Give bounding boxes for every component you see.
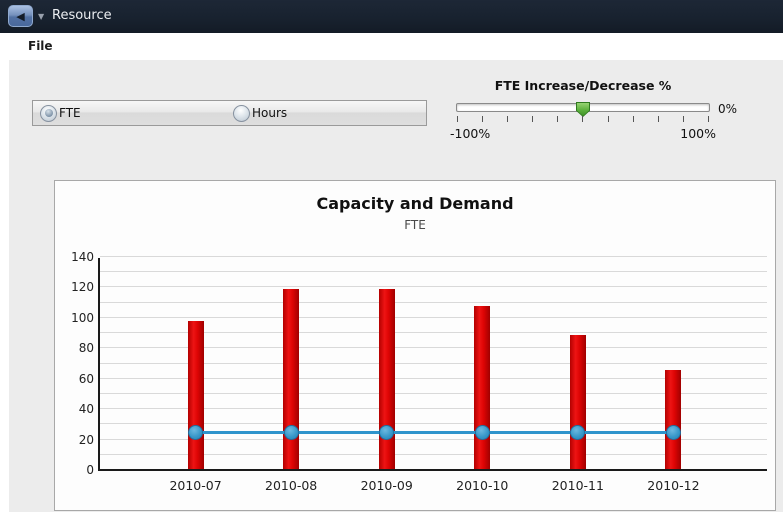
chart-panel: Capacity and Demand FTE 0204060801001201… bbox=[54, 180, 776, 511]
slider-track[interactable] bbox=[456, 103, 710, 112]
y-axis-label: 60 bbox=[56, 372, 94, 386]
back-arrow-icon: ◀ bbox=[16, 11, 24, 22]
capacity-marker-2010-12 bbox=[666, 425, 681, 440]
gridline-y110 bbox=[100, 302, 767, 303]
app-window: ◀ ▼ Resource File FTE Hours FTE Increase… bbox=[0, 0, 783, 521]
gridline-y120 bbox=[100, 286, 767, 287]
back-button[interactable]: ◀ bbox=[8, 5, 33, 27]
menu-bar: File bbox=[0, 33, 783, 60]
slider-value: 0% bbox=[718, 102, 737, 116]
chevron-down-icon[interactable]: ▼ bbox=[38, 12, 44, 21]
slider-range-labels: -100% 100% bbox=[450, 126, 716, 141]
y-axis-label: 40 bbox=[56, 402, 94, 416]
bar-2010-08 bbox=[283, 289, 299, 469]
x-axis-label: 2010-07 bbox=[151, 478, 241, 493]
gridline-y130 bbox=[100, 271, 767, 272]
x-axis-label: 2010-11 bbox=[533, 478, 623, 493]
capacity-marker-2010-08 bbox=[284, 425, 299, 440]
chart-subtitle: FTE bbox=[55, 218, 775, 232]
bar-2010-07 bbox=[188, 321, 204, 469]
unit-toggle-group: FTE Hours bbox=[32, 100, 427, 126]
slider-tick-marks bbox=[457, 116, 709, 122]
radio-hours-label: Hours bbox=[252, 106, 287, 120]
window-title: Resource bbox=[52, 8, 112, 23]
x-axis-label: 2010-10 bbox=[437, 478, 527, 493]
plot-area: 0204060801001201402010-072010-082010-092… bbox=[98, 258, 767, 471]
radio-hours[interactable]: Hours bbox=[233, 105, 287, 122]
bar-2010-10 bbox=[474, 306, 490, 469]
y-axis-label: 120 bbox=[56, 280, 94, 294]
capacity-marker-2010-10 bbox=[475, 425, 490, 440]
y-axis-label: 0 bbox=[56, 463, 94, 477]
capacity-line bbox=[196, 431, 674, 434]
y-axis-label: 80 bbox=[56, 341, 94, 355]
bar-2010-09 bbox=[379, 289, 395, 469]
gridline-y140 bbox=[100, 256, 767, 257]
fte-slider-group: FTE Increase/Decrease % 0% -100% 100% bbox=[450, 78, 750, 148]
title-bar: ◀ ▼ Resource bbox=[0, 0, 783, 33]
x-axis-label: 2010-09 bbox=[342, 478, 432, 493]
y-axis-label: 100 bbox=[56, 311, 94, 325]
bar-2010-11 bbox=[570, 335, 586, 469]
slider-thumb[interactable] bbox=[576, 102, 590, 117]
chart-title: Capacity and Demand bbox=[55, 194, 775, 213]
radio-fte[interactable]: FTE bbox=[40, 105, 81, 122]
gridline-y100 bbox=[100, 317, 767, 318]
slider-min-label: -100% bbox=[450, 126, 490, 141]
slider-max-label: 100% bbox=[680, 126, 716, 141]
x-axis-label: 2010-08 bbox=[246, 478, 336, 493]
radio-unselected-icon bbox=[233, 105, 250, 122]
menu-item-file[interactable]: File bbox=[28, 39, 53, 53]
slider-label: FTE Increase/Decrease % bbox=[450, 78, 716, 93]
radio-fte-label: FTE bbox=[59, 106, 81, 120]
y-axis-label: 140 bbox=[56, 250, 94, 264]
capacity-marker-2010-07 bbox=[188, 425, 203, 440]
x-axis-label: 2010-12 bbox=[628, 478, 718, 493]
radio-selected-icon bbox=[40, 105, 57, 122]
y-axis-label: 20 bbox=[56, 433, 94, 447]
bar-2010-12 bbox=[665, 370, 681, 469]
content-area: FTE Hours FTE Increase/Decrease % 0% -10… bbox=[9, 60, 783, 512]
